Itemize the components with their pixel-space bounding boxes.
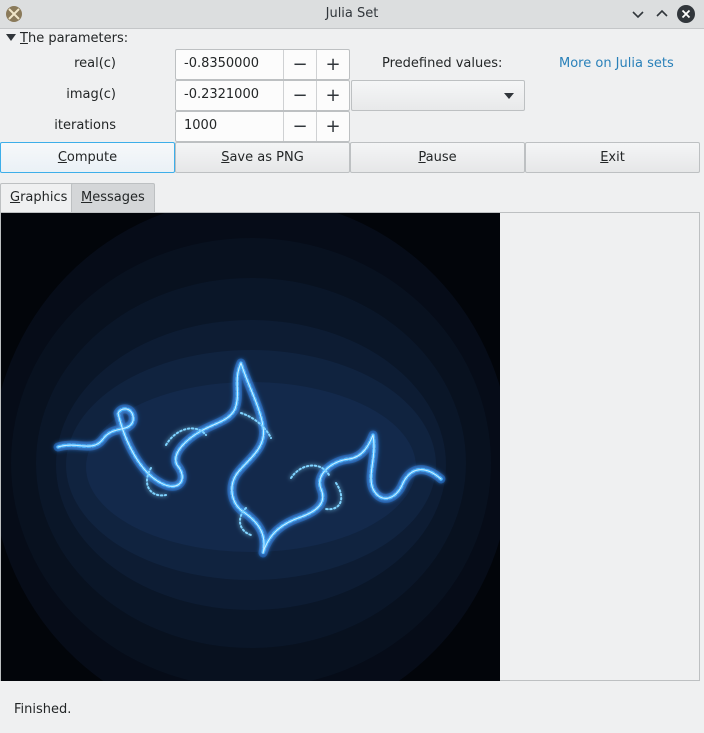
imag-label: imag(c) bbox=[66, 87, 116, 102]
iterations-label: iterations bbox=[54, 118, 116, 133]
real-value[interactable]: -0.8350000 bbox=[184, 56, 259, 71]
fractal-canvas[interactable] bbox=[1, 213, 500, 681]
parameters-label: The parameters: bbox=[20, 31, 129, 46]
chevron-down-icon bbox=[504, 93, 514, 99]
iterations-spinbox[interactable]: 1000 − + bbox=[175, 111, 350, 142]
real-label: real(c) bbox=[74, 56, 116, 71]
save-png-button[interactable]: Save as PNG bbox=[175, 142, 350, 173]
iterations-decrement-button[interactable]: − bbox=[283, 112, 316, 141]
exit-button[interactable]: Exit bbox=[525, 142, 700, 173]
real-spinbox[interactable]: -0.8350000 − + bbox=[175, 49, 350, 80]
julia-sets-link[interactable]: More on Julia sets bbox=[559, 56, 674, 71]
imag-spinbox[interactable]: -0.2321000 − + bbox=[175, 80, 350, 111]
real-increment-button[interactable]: + bbox=[316, 50, 349, 79]
iterations-increment-button[interactable]: + bbox=[316, 112, 349, 141]
window-title: Julia Set bbox=[325, 6, 379, 21]
close-icon[interactable] bbox=[676, 4, 696, 24]
title-bar: Julia Set bbox=[0, 0, 704, 29]
maximize-icon[interactable] bbox=[652, 4, 672, 24]
julia-fractal-image bbox=[1, 213, 500, 681]
compute-button[interactable]: Compute bbox=[0, 142, 175, 173]
predefined-label: Predefined values: bbox=[382, 56, 503, 71]
tab-graphics[interactable]: Graphics bbox=[0, 183, 78, 213]
imag-increment-button[interactable]: + bbox=[316, 81, 349, 110]
imag-value[interactable]: -0.2321000 bbox=[184, 87, 259, 102]
predefined-combobox[interactable] bbox=[351, 80, 525, 111]
real-decrement-button[interactable]: − bbox=[283, 50, 316, 79]
tab-messages[interactable]: Messages bbox=[71, 183, 155, 213]
iterations-value[interactable]: 1000 bbox=[184, 118, 217, 133]
collapse-triangle-icon bbox=[6, 34, 16, 41]
status-text: Finished. bbox=[14, 702, 72, 717]
imag-decrement-button[interactable]: − bbox=[283, 81, 316, 110]
pause-button[interactable]: Pause bbox=[350, 142, 525, 173]
minimize-icon[interactable] bbox=[628, 4, 648, 24]
